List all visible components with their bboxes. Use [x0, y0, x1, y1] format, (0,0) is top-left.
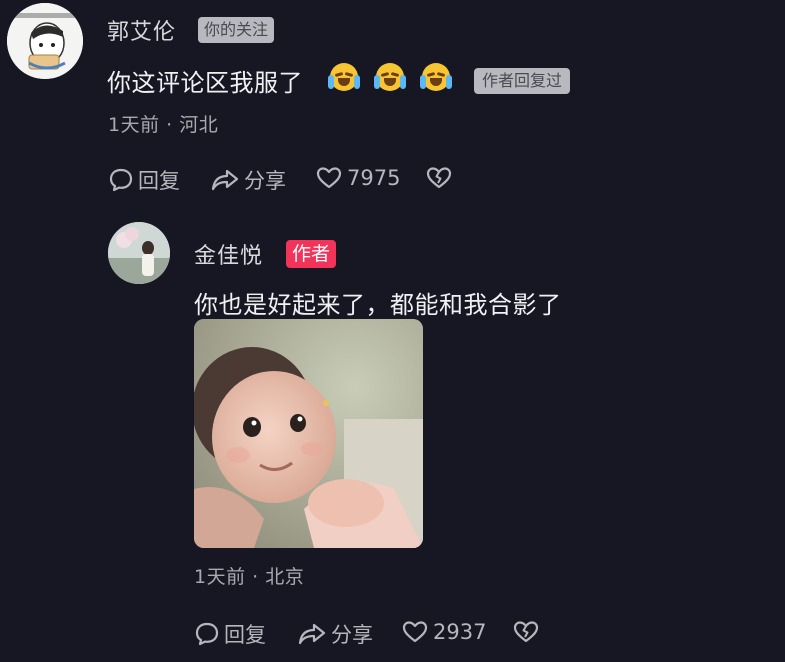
author-replied-tag: 作者回复过 [474, 68, 571, 94]
broken-heart-icon [513, 621, 539, 643]
reply-like-button[interactable]: 2937 [401, 619, 486, 645]
crying-laughing-emoji-icon [374, 63, 406, 91]
reply-meta: 1天前 · 北京 [194, 566, 305, 588]
avatar-jin-jiayue[interactable] [108, 222, 170, 284]
comment-meta: 1天前 · 河北 [108, 114, 219, 136]
share-label: 分享 [244, 169, 286, 193]
heart-icon [316, 167, 342, 189]
share-arrow-icon [211, 169, 239, 191]
like-count: 7975 [347, 166, 401, 190]
avatar-cartoon-icon [7, 3, 83, 79]
reply-username[interactable]: 金佳悦 [194, 238, 263, 270]
share-arrow-icon [298, 623, 326, 645]
reply-reply-button[interactable]: 回复 [194, 619, 266, 649]
reply-image[interactable] [194, 319, 423, 548]
speech-bubble-icon [195, 622, 219, 646]
like-count: 2937 [433, 620, 487, 644]
like-button[interactable]: 7975 [315, 165, 400, 191]
avatar-photo-icon [108, 222, 170, 284]
dislike-button[interactable] [425, 165, 457, 191]
share-button[interactable]: 分享 [210, 165, 286, 195]
reply-text: 你也是好起来了，都能和我合影了 [194, 291, 562, 319]
comment-text: 你这评论区我服了 [107, 69, 303, 97]
speech-bubble-icon [109, 168, 133, 192]
broken-heart-icon [426, 167, 452, 189]
reply-share-button[interactable]: 分享 [297, 619, 373, 649]
follow-tag: 你的关注 [198, 17, 275, 43]
reply-button[interactable]: 回复 [108, 165, 180, 195]
reply-label: 回复 [224, 623, 266, 647]
author-tag: 作者 [286, 240, 337, 268]
reply-dislike-button[interactable] [512, 619, 544, 645]
comment-username[interactable]: 郭艾伦 [107, 14, 176, 46]
avatar-guo-ailun[interactable] [7, 3, 83, 79]
crying-laughing-emoji-icon [420, 63, 452, 91]
crying-laughing-emoji-icon [328, 63, 360, 91]
share-label: 分享 [331, 623, 373, 647]
heart-icon [402, 621, 428, 643]
reply-label: 回复 [138, 169, 180, 193]
baby-photo-icon [194, 319, 423, 548]
